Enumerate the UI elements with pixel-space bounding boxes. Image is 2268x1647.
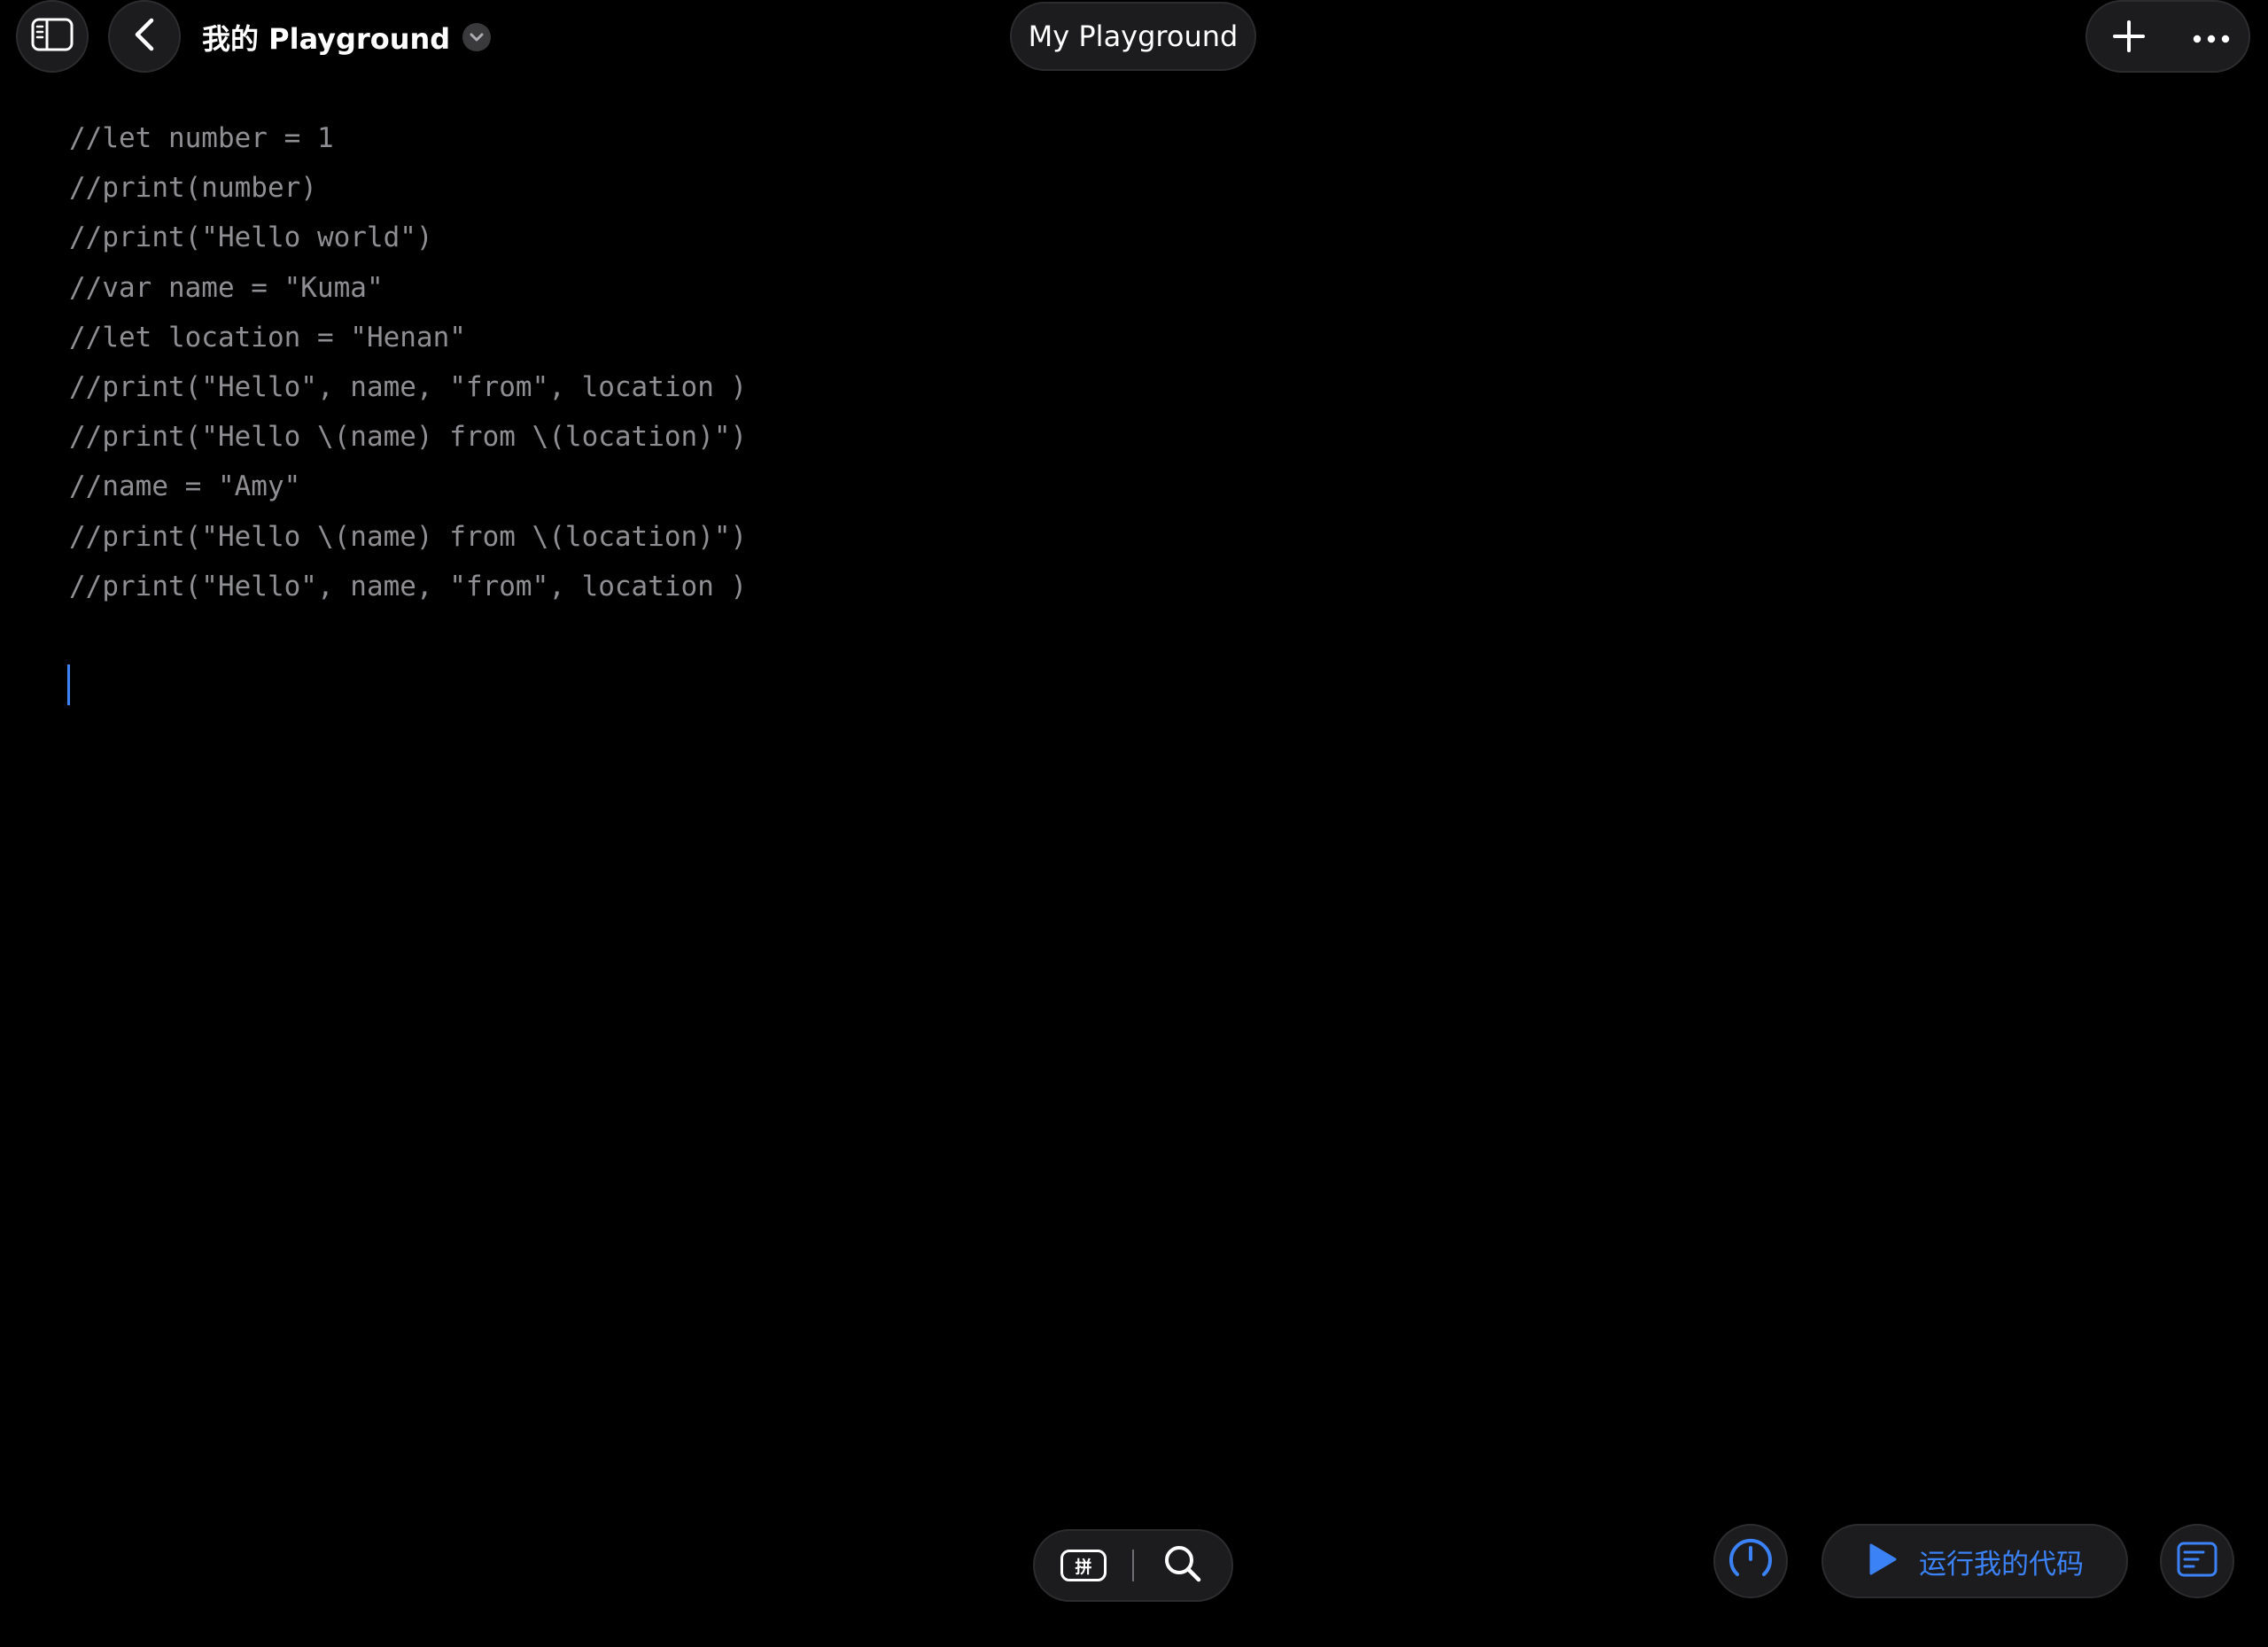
console-icon [2177, 1542, 2218, 1581]
play-icon [1868, 1542, 1898, 1580]
run-code-label: 运行我的代码 [1919, 1548, 2084, 1581]
ellipsis-icon [2193, 30, 2230, 47]
console-button[interactable] [2160, 1524, 2234, 1598]
code-line: //name = "Amy" [69, 470, 301, 503]
ime-key-label: 拼 [1075, 1557, 1092, 1577]
document-title: 我的 Playground [202, 22, 451, 56]
more-button[interactable] [2170, 2, 2252, 74]
performance-button[interactable] [1713, 1524, 1788, 1598]
code-line: //print("Hello world") [69, 221, 433, 254]
sidebar-icon [31, 18, 74, 55]
plus-icon [2111, 19, 2147, 58]
code-line: //let number = 1 [69, 122, 334, 154]
code-line: //var name = "Kuma" [69, 271, 384, 304]
search-icon [1163, 1544, 1202, 1587]
back-button[interactable] [108, 0, 181, 73]
code-editor[interactable]: //let number = 1 //print(number) //print… [69, 113, 2195, 1496]
sidebar-toggle-button[interactable] [16, 0, 89, 73]
chevron-left-icon [132, 17, 157, 56]
code-line: //print("Hello", name, "from", location … [69, 570, 748, 602]
input-tools: 拼 [1033, 1529, 1233, 1602]
playground-name-button[interactable]: My Playground [1010, 2, 1256, 71]
top-right-actions [2085, 0, 2250, 73]
playground-name: My Playground [1028, 19, 1239, 53]
code-line: //print("Hello \(name) from \(location)"… [69, 421, 748, 454]
code-line: //print("Hello \(name) from \(location)"… [69, 520, 748, 553]
run-code-button[interactable]: 运行我的代码 [1821, 1524, 2128, 1598]
keyboard-pinyin-icon: 拼 [1060, 1550, 1107, 1581]
keyboard-ime-button[interactable]: 拼 [1035, 1531, 1132, 1600]
document-title-menu[interactable]: 我的 Playground [202, 12, 492, 62]
chevron-down-icon [462, 23, 492, 51]
text-caret [67, 664, 70, 705]
search-button[interactable] [1134, 1531, 1231, 1600]
gauge-icon [1727, 1535, 1775, 1587]
code-line: //let location = "Henan" [69, 321, 466, 353]
add-button[interactable] [2087, 2, 2170, 74]
code-line: //print("Hello", name, "from", location … [69, 370, 748, 403]
code-line: //print(number) [69, 172, 317, 205]
